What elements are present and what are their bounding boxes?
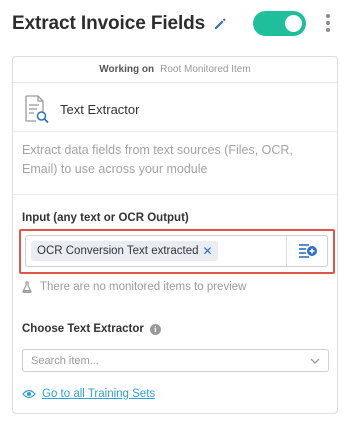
info-icon[interactable]: i <box>149 323 161 335</box>
training-sets-link[interactable]: Go to all Training Sets <box>42 388 155 400</box>
extractor-select[interactable]: Search item... <box>22 349 329 372</box>
extractor-card: Working on Root Monitored Item Text Extr… <box>12 56 338 414</box>
no-items-message: There are no monitored items to preview <box>22 281 247 294</box>
choose-extractor-text: Choose Text Extractor <box>22 323 144 335</box>
working-on-label: Working on <box>99 64 155 75</box>
training-sets-link-row[interactable]: Go to all Training Sets <box>22 388 155 400</box>
document-search-icon <box>22 94 52 124</box>
no-items-text: There are no monitored items to preview <box>40 281 247 293</box>
choose-extractor-label: Choose Text Extractor i <box>22 323 161 335</box>
chevron-down-icon <box>310 356 320 364</box>
add-source-button[interactable] <box>296 241 320 261</box>
extractor-row: Text Extractor <box>22 94 139 124</box>
page-title: Extract Invoice Fields <box>12 13 206 34</box>
enable-toggle[interactable] <box>253 11 306 36</box>
extractor-name: Text Extractor <box>60 101 140 117</box>
input-label: Input (any text or OCR Output) <box>22 212 189 224</box>
flask-icon <box>22 281 32 294</box>
eye-icon <box>22 389 36 399</box>
toggle-knob <box>285 15 302 32</box>
more-options-icon[interactable] <box>321 12 335 34</box>
select-placeholder: Search item... <box>31 354 99 367</box>
working-on-value: Root Monitored Item <box>160 64 251 75</box>
add-list-icon <box>299 244 317 258</box>
header: Extract Invoice Fields <box>12 10 338 38</box>
divider <box>13 131 337 132</box>
input-separator <box>286 236 287 266</box>
input-highlight: OCR Conversion Text extracted ✕ <box>19 229 335 274</box>
input-field[interactable]: OCR Conversion Text extracted ✕ <box>25 235 328 267</box>
pencil-icon[interactable] <box>213 17 227 31</box>
chip-label: OCR Conversion Text extracted <box>37 245 199 257</box>
input-chip[interactable]: OCR Conversion Text extracted ✕ <box>31 241 218 261</box>
divider <box>13 194 337 195</box>
chip-remove-icon[interactable]: ✕ <box>203 245 213 257</box>
working-on-bar: Working on Root Monitored Item <box>13 57 337 83</box>
extractor-description: Extract data fields from text sources (F… <box>22 143 293 176</box>
